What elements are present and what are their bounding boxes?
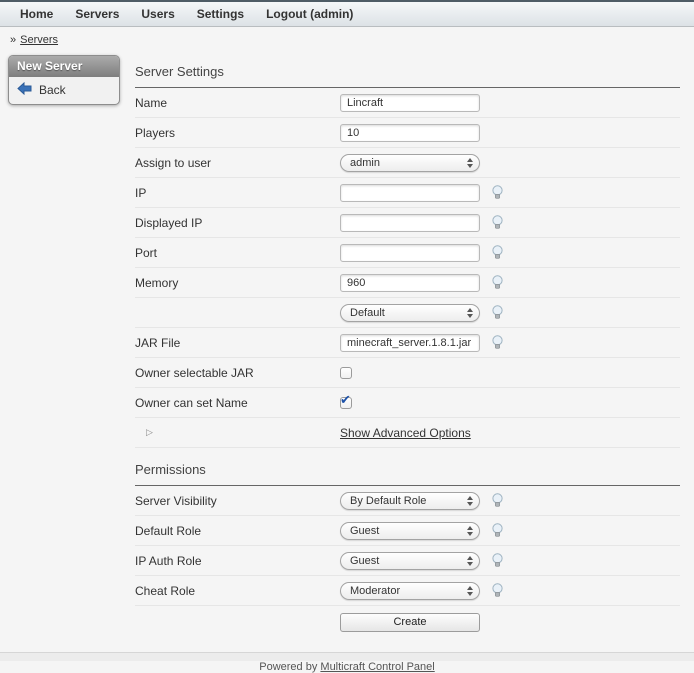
port-input[interactable] [340,244,480,262]
row-ip: IP [135,178,680,208]
nav-item-logout[interactable]: Logout (admin) [255,7,364,21]
main-content: Server Settings Name Players Assign to u… [135,50,694,638]
name-label: Name [135,96,340,110]
default-role-select[interactable]: Guest [340,522,480,540]
cheat-role-selected-value: Moderator [350,585,467,597]
bottom-strip [0,652,694,661]
default-role-selected-value: Guest [350,525,467,537]
row-ip-auth-role: IP Auth Role Guest [135,546,680,576]
ip-input[interactable] [340,184,480,202]
jar-type-select[interactable]: Default [340,304,480,322]
sidebar: New Server Back [0,50,135,638]
owner-selectable-jar-checkbox[interactable] [340,367,352,379]
memory-help-lightbulb-icon[interactable] [491,275,504,290]
sidebar-menu-box: New Server Back [8,55,120,105]
sidebar-back-button[interactable]: Back [9,77,119,104]
nav-item-home[interactable]: Home [9,7,64,21]
displayed-ip-help-lightbulb-icon[interactable] [491,215,504,230]
cheat-role-select[interactable]: Moderator [340,582,480,600]
server-visibility-select[interactable]: By Default Role [340,492,480,510]
memory-input[interactable] [340,274,480,292]
server-visibility-label: Server Visibility [135,494,340,508]
row-displayed-ip: Displayed IP [135,208,680,238]
show-advanced-options-link[interactable]: Show Advanced Options [340,426,471,440]
players-label: Players [135,126,340,140]
server-settings-heading: Server Settings [135,64,680,79]
row-default-role: Default Role Guest [135,516,680,546]
assign-user-select[interactable]: admin [340,154,480,172]
row-server-visibility: Server Visibility By Default Role [135,486,680,516]
sidebar-back-label: Back [39,83,66,97]
row-jar-type: Default [135,298,680,328]
checkmark-icon: ✔ [340,392,351,408]
nav-item-servers[interactable]: Servers [64,7,130,21]
breadcrumb-marker-icon: » [10,34,16,46]
disclosure-triangle-icon[interactable]: ▷ [135,427,340,438]
jar-file-input[interactable] [340,334,480,352]
select-arrows-icon [467,556,473,566]
jar-file-help-lightbulb-icon[interactable] [491,335,504,350]
port-label: Port [135,246,340,260]
cheat-role-help-lightbulb-icon[interactable] [491,583,504,598]
memory-label: Memory [135,276,340,290]
row-assign-user: Assign to user admin [135,148,680,178]
select-arrows-icon [467,496,473,506]
owner-selectable-jar-label: Owner selectable JAR [135,366,340,380]
port-help-lightbulb-icon[interactable] [491,245,504,260]
nav-item-settings[interactable]: Settings [186,7,255,21]
cheat-role-label: Cheat Role [135,584,340,598]
row-create: Create [135,606,680,638]
owner-can-set-name-checkbox[interactable]: ✔ [340,397,352,409]
row-port: Port [135,238,680,268]
permissions-heading: Permissions [135,462,680,477]
top-navbar: Home Servers Users Settings Logout (admi… [0,0,694,27]
select-arrows-icon [467,586,473,596]
select-arrows-icon [467,526,473,536]
nav-item-users[interactable]: Users [130,7,185,21]
breadcrumb: » Servers [0,27,694,50]
ip-label: IP [135,186,340,200]
default-role-help-lightbulb-icon[interactable] [491,523,504,538]
breadcrumb-servers-link[interactable]: Servers [20,34,58,46]
select-arrows-icon [467,158,473,168]
row-owner-selectable-jar: Owner selectable JAR [135,358,680,388]
displayed-ip-input[interactable] [340,214,480,232]
displayed-ip-label: Displayed IP [135,216,340,230]
create-button[interactable]: Create [340,613,480,632]
assign-user-selected-value: admin [350,157,467,169]
row-name: Name [135,88,680,118]
select-arrows-icon [467,308,473,318]
owner-can-set-name-label: Owner can set Name [135,396,340,410]
players-input[interactable] [340,124,480,142]
jar-type-selected-value: Default [350,307,467,319]
row-advanced-options: ▷ Show Advanced Options [135,418,680,448]
row-memory: Memory [135,268,680,298]
ip-help-lightbulb-icon[interactable] [491,185,504,200]
row-cheat-role: Cheat Role Moderator [135,576,680,606]
row-players: Players [135,118,680,148]
footer: Powered by Multicraft Control Panel [0,661,694,673]
ip-auth-role-select[interactable]: Guest [340,552,480,570]
assign-user-label: Assign to user [135,156,340,170]
multicraft-link[interactable]: Multicraft Control Panel [320,661,434,673]
powered-by-text: Powered by [259,661,317,673]
server-visibility-selected-value: By Default Role [350,495,467,507]
jar-file-label: JAR File [135,336,340,350]
ip-auth-role-help-lightbulb-icon[interactable] [491,553,504,568]
back-arrow-icon [17,82,32,98]
ip-auth-role-selected-value: Guest [350,555,467,567]
row-jar-file: JAR File [135,328,680,358]
jar-type-help-lightbulb-icon[interactable] [491,305,504,320]
sidebar-title: New Server [9,56,119,77]
server-visibility-help-lightbulb-icon[interactable] [491,493,504,508]
default-role-label: Default Role [135,524,340,538]
ip-auth-role-label: IP Auth Role [135,554,340,568]
row-owner-can-set-name: Owner can set Name ✔ [135,388,680,418]
name-input[interactable] [340,94,480,112]
